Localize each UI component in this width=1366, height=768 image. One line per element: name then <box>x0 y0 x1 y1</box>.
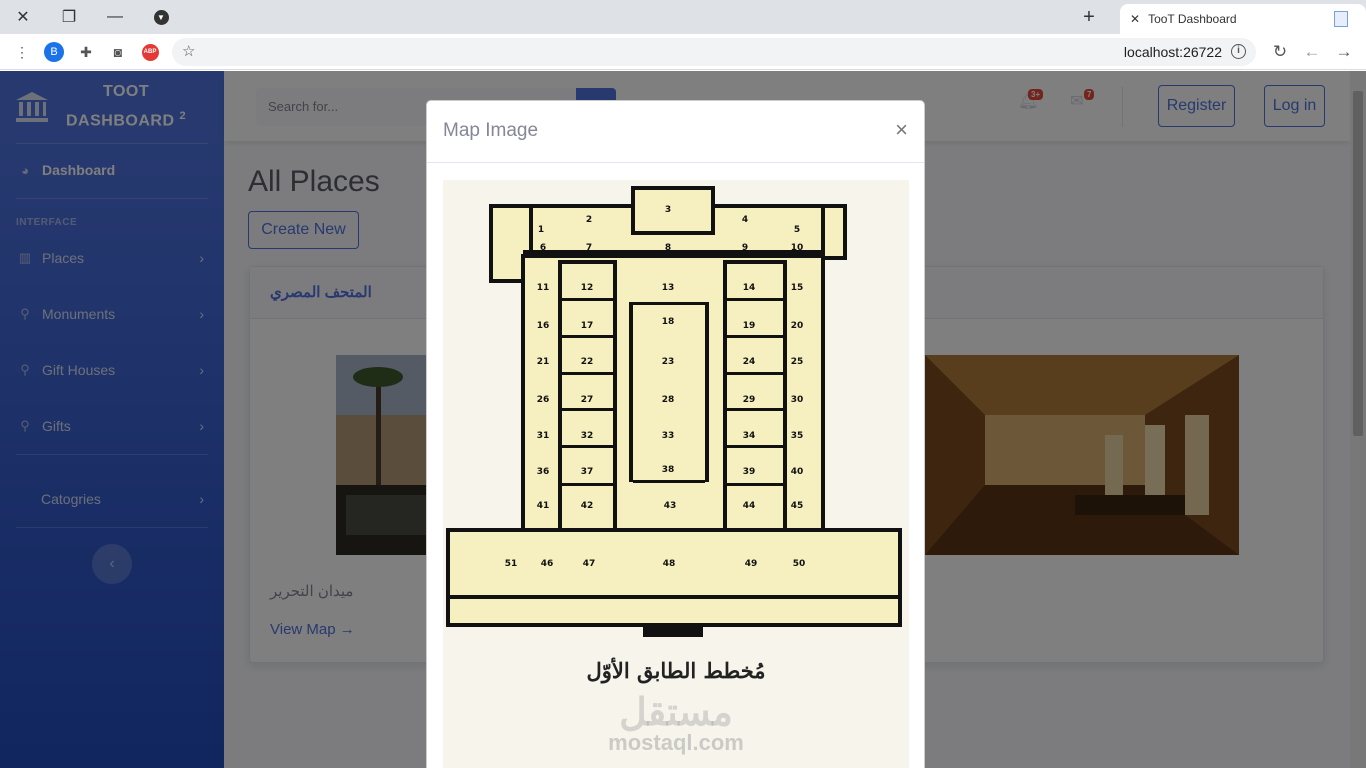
room-label: 38 <box>662 465 675 475</box>
room-label: 45 <box>791 501 804 511</box>
room-label: 34 <box>743 431 756 441</box>
room-label: 10 <box>791 243 804 253</box>
floor-plan-image: 1 2 3 4 5 6 7 8 9 10 11 12 13 14 15 16 17 18 19 20 21 22 23 24 2… <box>443 180 909 768</box>
watermark-english: mostaql.com <box>608 730 744 755</box>
room-label: 2 <box>586 215 592 225</box>
room-label: 26 <box>537 395 550 405</box>
room-label: 16 <box>537 321 550 331</box>
room-label: 22 <box>581 357 594 367</box>
back-icon[interactable]: → <box>1334 42 1354 62</box>
reload-icon[interactable]: ↻ <box>1270 42 1290 62</box>
room-label: 18 <box>662 317 675 327</box>
room-label: 8 <box>665 243 671 253</box>
menu-dots-icon[interactable]: ⋮ <box>12 42 32 62</box>
room-label: 17 <box>581 321 594 331</box>
room-label: 7 <box>586 243 592 253</box>
room-label: 23 <box>662 357 675 367</box>
room-label: 11 <box>537 283 550 293</box>
room-label: 27 <box>581 395 594 405</box>
room-label: 36 <box>537 467 550 477</box>
room-label: 5 <box>794 225 800 235</box>
browser-tab[interactable]: ✕ TooT Dashboard <box>1120 4 1366 34</box>
room-label: 50 <box>793 559 806 569</box>
watermark-arabic: مستقل <box>619 692 733 734</box>
tab-title: TooT Dashboard <box>1148 12 1237 26</box>
room-label: 24 <box>743 357 756 367</box>
minimize-window-icon[interactable]: — <box>92 0 138 34</box>
room-label: 48 <box>663 559 676 569</box>
browser-toolbar: ⋮ B ✚ ◙ ABP ☆ localhost:26722 i ↻ ← → <box>0 34 1366 70</box>
room-label: 30 <box>791 395 804 405</box>
site-info-icon[interactable]: i <box>1231 44 1246 59</box>
modal-title: Map Image <box>443 120 539 141</box>
room-label: 51 <box>505 559 518 569</box>
restore-window-icon[interactable]: ❐ <box>46 0 92 34</box>
browser-title-bar: ✕ ❐ — ▼ + ✕ TooT Dashboard <box>0 0 1366 34</box>
room-label: 37 <box>581 467 594 477</box>
floor-plan-drawing: 123456 7 8 9 1011 12 13 14 1516 17 18 19 2021 22 23 24 2… <box>446 186 902 637</box>
room-label: 31 <box>537 431 550 441</box>
room-label: 43 <box>664 501 677 511</box>
room-label: 32 <box>581 431 594 441</box>
tab-close-icon[interactable]: ✕ <box>1130 12 1140 26</box>
room-label: 14 <box>743 283 756 293</box>
room-label: 3 <box>665 205 671 215</box>
profile-avatar-icon[interactable]: B <box>44 42 64 62</box>
room-label: 39 <box>743 467 756 477</box>
forward-icon[interactable]: ← <box>1302 42 1322 62</box>
extensions-icon[interactable]: ✚ <box>76 42 96 62</box>
room-label: 28 <box>662 395 675 405</box>
room-label: 21 <box>537 357 550 367</box>
new-tab-icon[interactable]: + <box>1074 4 1104 30</box>
room-label: 25 <box>791 357 804 367</box>
room-label: 20 <box>791 321 804 331</box>
room-label: 46 <box>541 559 554 569</box>
tab-favicon-icon <box>1334 11 1348 27</box>
map-caption: مُخطط الطابق الأوّل <box>586 658 766 683</box>
room-label: 12 <box>581 283 594 293</box>
modal-close-button[interactable]: × <box>895 117 908 143</box>
room-label: 9 <box>742 243 748 253</box>
room-label: 35 <box>791 431 804 441</box>
url-text: localhost:26722 <box>1123 44 1222 60</box>
room-label: 41 <box>537 501 550 511</box>
camera-icon[interactable]: ◙ <box>108 42 128 62</box>
address-bar[interactable]: ☆ localhost:26722 i <box>172 38 1256 66</box>
room-label: 33 <box>662 431 675 441</box>
room-label: 40 <box>791 467 804 477</box>
room-label: 6 <box>540 243 546 253</box>
room-label: 19 <box>743 321 756 331</box>
close-window-icon[interactable]: ✕ <box>0 0 46 34</box>
room-label: 44 <box>743 501 756 511</box>
room-label: 42 <box>581 501 594 511</box>
tab-search-icon[interactable]: ▼ <box>138 0 184 34</box>
map-modal: Map Image × 1 2 3 4 5 6 7 8 9 10 11 12 1… <box>426 100 925 768</box>
room-label: 49 <box>745 559 758 569</box>
modal-header: Map Image × <box>427 101 924 163</box>
room-label: 29 <box>743 395 756 405</box>
room-label: 47 <box>583 559 596 569</box>
adblock-icon[interactable]: ABP <box>140 42 160 62</box>
room-label: 4 <box>742 215 748 225</box>
bookmark-star-icon[interactable]: ☆ <box>182 42 195 60</box>
room-label: 1 <box>538 225 544 235</box>
room-label: 13 <box>662 283 675 293</box>
room-label: 15 <box>791 283 804 293</box>
